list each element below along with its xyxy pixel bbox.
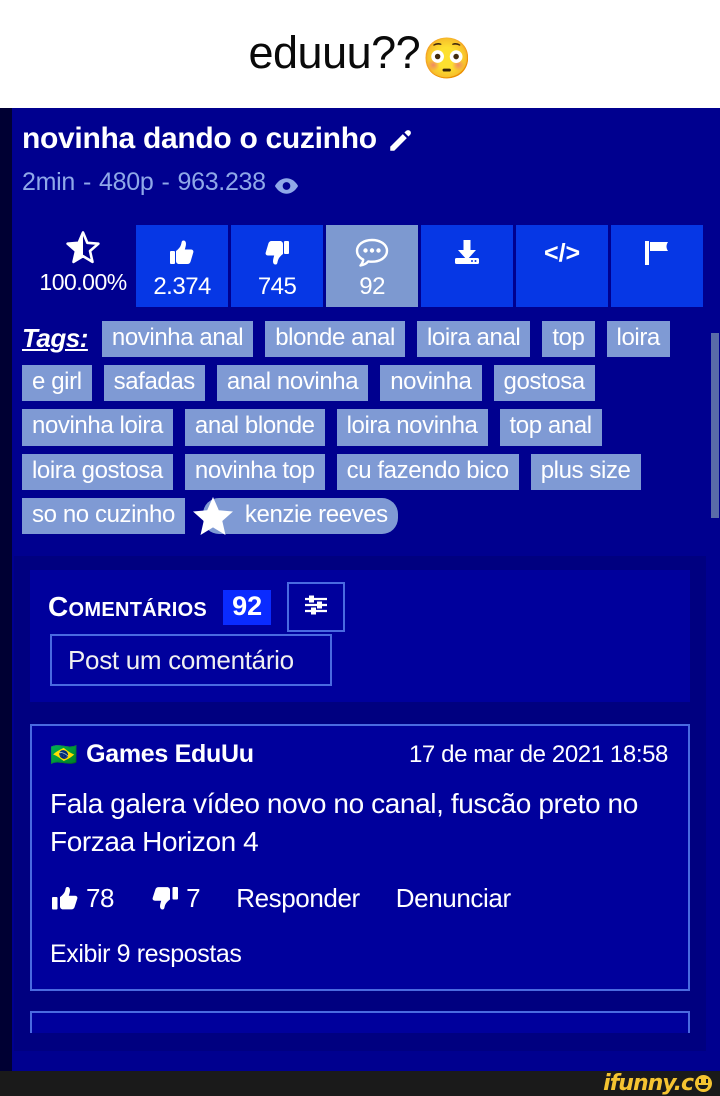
- tag-item[interactable]: safadas: [103, 364, 205, 402]
- comment-like-button[interactable]: 78: [50, 883, 115, 914]
- post-comment-placeholder: Post um comentário: [68, 644, 294, 675]
- comment-actions: 78 7 Responder Denunciar: [50, 883, 668, 914]
- tag-item[interactable]: loira anal: [416, 320, 531, 357]
- pornstar-tag-label: kenzie reeves: [244, 501, 388, 529]
- tag-item[interactable]: cu fazendo bico: [336, 453, 519, 491]
- star-badge-icon: [191, 495, 235, 537]
- sliders-filter-icon: [303, 593, 329, 622]
- meta-sep-1: -: [83, 167, 92, 196]
- dislike-count: 745: [257, 272, 297, 300]
- like-button[interactable]: 2.374: [136, 224, 229, 307]
- tag-item[interactable]: gostosa: [493, 364, 595, 402]
- comment-author[interactable]: 🇧🇷 Games EduUu: [50, 740, 254, 769]
- video-title: novinha dando o cuzinho: [22, 120, 706, 158]
- left-edge-shadow: [0, 108, 12, 1071]
- next-comment-card-partial: [30, 1011, 690, 1034]
- tags-section: Tags: novinha anal blonde anal loira ana…: [22, 320, 698, 536]
- tag-item[interactable]: anal novinha: [216, 364, 369, 402]
- thumbs-up-icon: [50, 885, 80, 913]
- pencil-icon[interactable]: [387, 126, 413, 152]
- flag-icon: [642, 235, 672, 271]
- page-scrollbar-thumb[interactable]: [711, 333, 719, 518]
- tag-item[interactable]: so no cuzinho: [22, 498, 185, 535]
- ifunny-logo: ifunny.c: [603, 1071, 712, 1096]
- brazil-flag-icon: 🇧🇷: [50, 741, 78, 767]
- download-icon: [452, 235, 482, 271]
- comments-panel: Comentários 92 Post um comentário 🇧🇷 Gam…: [14, 556, 706, 1052]
- tags-label: Tags:: [22, 323, 88, 354]
- comment-like-count: 78: [86, 883, 115, 914]
- eye-icon: [274, 173, 299, 194]
- video-page: novinha dando o cuzinho 2min - 480p - 96…: [0, 108, 720, 1071]
- ifunny-smiley-icon: [695, 1075, 712, 1092]
- meme-caption-bar: eduuu??😳: [0, 0, 720, 108]
- tag-item[interactable]: loira novinha: [336, 409, 488, 446]
- tag-item[interactable]: loira gostosa: [22, 453, 173, 491]
- post-comment-input[interactable]: Post um comentário: [50, 634, 332, 687]
- tag-item[interactable]: e girl: [22, 364, 92, 402]
- download-button[interactable]: [421, 224, 514, 307]
- video-duration: 2min: [22, 167, 75, 196]
- comments-filter-button[interactable]: [287, 582, 346, 633]
- comment-dislike-button[interactable]: 7: [150, 883, 201, 914]
- caption-words: eduuu??: [248, 26, 421, 78]
- tag-item[interactable]: loira: [606, 320, 670, 357]
- dislike-button[interactable]: 745: [231, 224, 324, 307]
- comment-author-name: Games EduUu: [86, 740, 254, 769]
- tag-item[interactable]: novinha top: [184, 453, 325, 491]
- tag-item[interactable]: blonde anal: [265, 320, 405, 357]
- comment-header: 🇧🇷 Games EduUu 17 de mar de 2021 18:58: [50, 740, 668, 769]
- flushed-face-emoji: 😳: [422, 36, 472, 81]
- rating-percent: 100.00%: [39, 268, 127, 295]
- tag-item[interactable]: novinha anal: [101, 320, 254, 357]
- embed-button[interactable]: </>: [516, 224, 609, 307]
- tag-item[interactable]: top: [542, 320, 595, 357]
- half-star-icon: [66, 230, 100, 264]
- tag-item[interactable]: novinha loira: [22, 409, 173, 446]
- page-scrollbar-track[interactable]: [710, 108, 720, 1071]
- ifunny-watermark-bar: ifunny.c: [0, 1071, 720, 1096]
- comment-text: Fala galera vídeo novo no canal, fuscão …: [50, 788, 638, 858]
- code-icon: </>: [543, 238, 581, 267]
- ifunny-logo-text: ifunny.c: [603, 1071, 694, 1096]
- pornstar-tag[interactable]: kenzie reeves: [192, 497, 398, 536]
- like-count: 2.374: [153, 272, 211, 300]
- comments-count-badge: 92: [223, 589, 272, 625]
- video-meta: 2min - 480p - 963.238: [22, 168, 706, 197]
- tag-item[interactable]: plus size: [530, 453, 641, 491]
- comment-dislike-count: 7: [186, 883, 201, 914]
- comments-button[interactable]: 92: [326, 224, 419, 307]
- thumbs-down-icon: [150, 885, 180, 913]
- comment-reply-button[interactable]: Responder: [236, 883, 360, 914]
- meta-sep-2: -: [161, 167, 170, 196]
- tag-item[interactable]: anal blonde: [184, 409, 325, 446]
- show-replies-link[interactable]: Exibir 9 respostas: [50, 940, 668, 969]
- screenshot-root: eduuu??😳 novinha dando o cuzinho 2min - …: [0, 0, 720, 1096]
- rating-widget: 100.00%: [30, 225, 136, 296]
- video-quality: 480p: [99, 167, 154, 196]
- comments-heading: Comentários: [48, 591, 208, 623]
- thumbs-up-icon: [167, 235, 197, 271]
- comments-count: 92: [359, 272, 385, 300]
- comment-card: 🇧🇷 Games EduUu 17 de mar de 2021 18:58 F…: [30, 724, 690, 992]
- comment-date: 17 de mar de 2021 18:58: [408, 740, 668, 768]
- action-button-row: 100.00% 2.374 745 92 </>: [22, 224, 706, 307]
- tag-item[interactable]: novinha: [380, 364, 482, 402]
- video-title-text: novinha dando o cuzinho: [22, 122, 377, 155]
- thumbs-down-icon: [262, 235, 292, 271]
- meme-caption-text: eduuu??😳: [248, 26, 472, 82]
- report-button[interactable]: [611, 224, 704, 307]
- comment-bubble-icon: [355, 235, 389, 271]
- comments-header: Comentários 92 Post um comentário: [30, 570, 690, 703]
- tag-item[interactable]: top anal: [499, 409, 602, 446]
- comment-report-button[interactable]: Denunciar: [396, 883, 511, 914]
- video-views: 963.238: [177, 167, 266, 196]
